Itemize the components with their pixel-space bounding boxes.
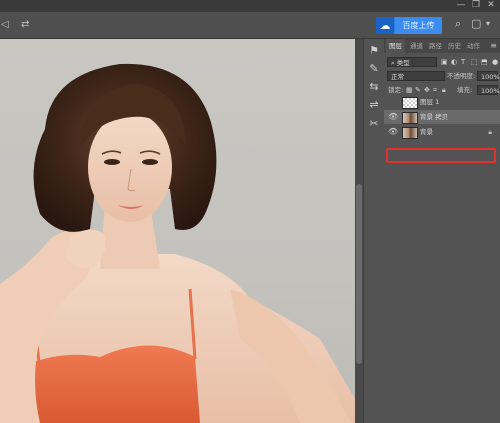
blend-mode-value: 正常: [391, 73, 404, 81]
title-bar: — ❐ ✕: [0, 0, 500, 12]
layer-row-bg-copy[interactable]: 👁︎ 背景 拷贝: [384, 110, 500, 124]
adjust-filter-icon[interactable]: ◐: [451, 57, 457, 67]
tab-channels[interactable]: 通道: [410, 39, 423, 53]
lock-artboard-icon[interactable]: ⌗: [433, 85, 437, 95]
photo-artwork: [0, 63, 355, 423]
workspace-icon[interactable]: ▢: [471, 17, 481, 30]
fill-label: 填充:: [457, 86, 473, 94]
opacity-label: 不透明度:: [447, 72, 476, 80]
baidu-upload-button[interactable]: ☁ 百度上传: [376, 17, 442, 34]
properties-icon[interactable]: ⇆: [367, 80, 381, 94]
panel-menu-icon[interactable]: ≡: [490, 39, 497, 53]
collapse-arrow-icon[interactable]: ◁: [1, 19, 9, 30]
upload-label: 百度上传: [395, 17, 442, 34]
type-filter-icon[interactable]: T: [461, 57, 465, 67]
filter-toggle-icon[interactable]: ●: [492, 57, 498, 67]
layer-thumbnail: [402, 97, 418, 109]
scrollbar-thumb[interactable]: [356, 184, 362, 364]
tab-history[interactable]: 历史: [448, 39, 461, 53]
layer-thumbnail: [402, 127, 418, 139]
minimize-icon[interactable]: —: [454, 0, 468, 11]
brush-settings-icon[interactable]: ✎: [367, 62, 381, 76]
selected-layer-highlight: [386, 148, 496, 163]
workspace-dropdown-icon[interactable]: ▾: [486, 19, 490, 28]
kind-filter-value: 类型: [396, 59, 410, 67]
gradient-icon[interactable]: ✂: [367, 117, 381, 131]
fill-value: 100%: [481, 87, 500, 95]
blend-mode-select[interactable]: 正常: [387, 71, 445, 81]
adjustments-icon[interactable]: ⇌: [367, 98, 381, 112]
tab-layers[interactable]: 图层: [386, 39, 405, 53]
layer-name: 图层 1: [420, 98, 440, 106]
image-filter-icon[interactable]: ▣: [441, 57, 448, 67]
lock-all-icon[interactable]: 🔒︎: [442, 85, 446, 95]
fill-input[interactable]: 100%: [477, 85, 500, 95]
swap-icon[interactable]: ⇄: [21, 19, 29, 30]
lock-icon: 🔒︎: [488, 128, 492, 136]
layer-row-background[interactable]: 👁︎ 背景 🔒︎: [384, 125, 500, 139]
layer-thumbnail: [402, 112, 418, 124]
tab-actions[interactable]: 动作: [467, 39, 480, 53]
restore-icon[interactable]: ❐: [469, 0, 483, 11]
layer-row-1[interactable]: 图层 1: [384, 95, 500, 109]
tab-paths[interactable]: 路径: [429, 39, 442, 53]
smart-filter-icon[interactable]: ⬒: [481, 57, 488, 67]
kind-filter-select[interactable]: ⌕ 类型: [387, 57, 437, 67]
layer-name: 背景: [420, 128, 433, 136]
panel-tool-strip: ⚑ ✎ ⇆ ⇌ ✂: [363, 39, 385, 423]
lock-label: 锁定:: [388, 86, 404, 94]
search-icon[interactable]: ⌕: [455, 17, 461, 31]
eye-icon[interactable]: 👁︎: [388, 125, 398, 139]
filter-row: ⌕ 类型 ▣ ◐ T ⬚ ⬒ ●: [384, 57, 500, 69]
opacity-value: 100%: [481, 73, 500, 81]
layer-name: 背景 拷贝: [420, 113, 449, 121]
visibility-toggle-empty[interactable]: [388, 95, 398, 109]
close-icon[interactable]: ✕: [484, 0, 498, 11]
lock-paint-icon[interactable]: ✎: [415, 85, 421, 95]
blend-row: 正常 不透明度: 100%: [384, 71, 500, 83]
layers-panel: 图层 通道 路径 历史 动作 ≡ ⌕ 类型 ▣ ◐ T ⬚ ⬒ ● 正常 不透明…: [384, 39, 500, 423]
history-icon[interactable]: ⚑: [367, 44, 381, 58]
canvas-vertical-scrollbar[interactable]: [355, 39, 363, 423]
shape-filter-icon[interactable]: ⬚: [471, 57, 478, 67]
document-canvas[interactable]: [0, 39, 355, 423]
lock-position-icon[interactable]: ✥: [424, 85, 430, 95]
eye-icon[interactable]: 👁︎: [388, 110, 398, 124]
opacity-input[interactable]: 100%: [477, 71, 500, 81]
panel-tabs: 图层 通道 路径 历史 动作 ≡: [384, 39, 500, 53]
lock-pixels-icon[interactable]: ▦: [406, 85, 413, 95]
baidu-cloud-icon: ☁: [376, 17, 394, 34]
